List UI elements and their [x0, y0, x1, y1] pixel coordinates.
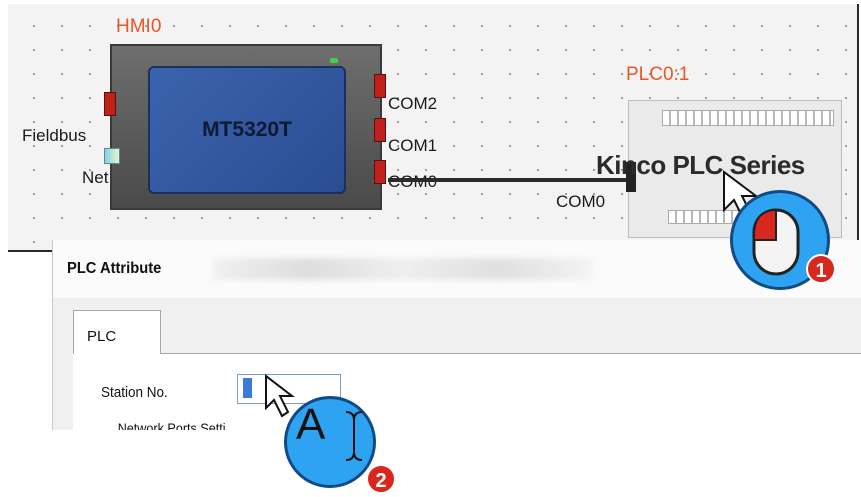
title-bar-blur [213, 258, 593, 280]
fieldbus-port[interactable] [104, 92, 116, 116]
com0-port[interactable] [374, 160, 386, 184]
station-no-label: Station No. [101, 384, 168, 401]
tab-plc-label: PLC [87, 328, 117, 345]
step-2-badge: 2 [366, 464, 396, 494]
text-cursor-icon [345, 411, 363, 461]
fieldbus-port-label: Fieldbus [22, 126, 87, 145]
step-1-badge: 1 [806, 254, 836, 284]
net-port-label: Net [82, 168, 109, 187]
plc-label: PLC0:1 [626, 64, 690, 85]
net-port-icon[interactable] [104, 148, 120, 164]
plc-terminal-strip-top [662, 110, 834, 126]
com0-label: COM0 [388, 172, 437, 192]
plc-com0-label: COM0 [556, 192, 606, 211]
tab-panel [73, 353, 861, 430]
text-selection-highlight [243, 378, 252, 398]
network-ports-group-label: Network Ports Setti [115, 420, 229, 430]
hmi-label: HMI0 [116, 16, 162, 37]
com1-label: COM1 [388, 136, 438, 155]
mouse-click-icon [752, 208, 800, 276]
connection-cable[interactable] [388, 178, 628, 182]
text-input-icon: A [296, 400, 326, 449]
com2-port[interactable] [374, 74, 386, 98]
dialog-title: PLC Attribute [67, 260, 162, 277]
hmi-model-name: MT5320T [202, 118, 292, 141]
com2-label: COM2 [388, 94, 438, 113]
hmi-status-led [330, 58, 338, 63]
com1-port[interactable] [374, 118, 386, 142]
